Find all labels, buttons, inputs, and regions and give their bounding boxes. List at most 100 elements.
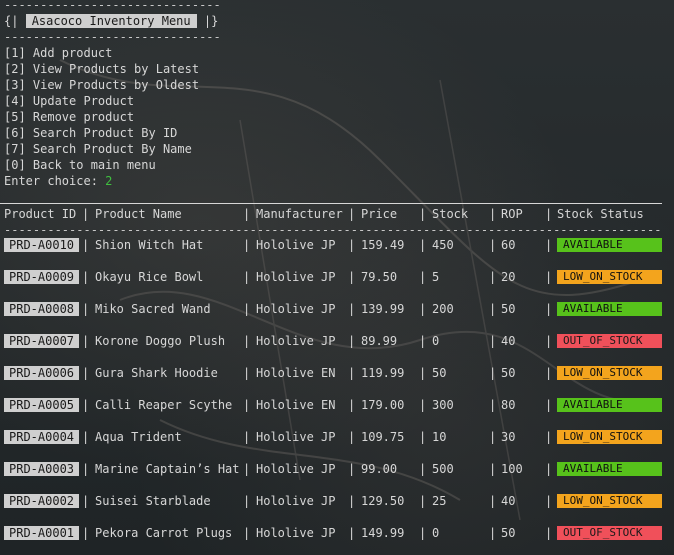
product-id-badge: PRD-A0006 bbox=[4, 366, 80, 380]
choice-prompt-line[interactable]: Enter choice: 2 bbox=[4, 173, 112, 189]
product-id-badge: PRD-A0002 bbox=[4, 494, 80, 508]
column-separator: | bbox=[419, 366, 427, 380]
product-manufacturer: Hololive JP bbox=[256, 430, 336, 444]
column-separator: | bbox=[545, 462, 553, 476]
column-separator: | bbox=[545, 270, 553, 284]
stock-status-badge: AVAILABLE bbox=[557, 238, 662, 252]
table-row: PRD-A0008 Miko Sacred Wand Hololive JP 139.… bbox=[0, 301, 674, 317]
column-separator: | bbox=[545, 334, 553, 348]
product-rop: 50 bbox=[501, 526, 516, 540]
menu-option-update-product: [4] Update Product bbox=[4, 94, 135, 108]
product-id-badge: PRD-A0007 bbox=[4, 334, 80, 348]
column-separator: | bbox=[489, 270, 497, 284]
product-rop: 40 bbox=[501, 334, 516, 348]
choice-prompt: Enter choice: bbox=[4, 174, 98, 188]
product-rop: 20 bbox=[501, 270, 516, 284]
column-separator: | bbox=[243, 366, 251, 380]
table-row: PRD-A0007 Korone Doggo Plush Hololive JP 89… bbox=[0, 333, 674, 349]
column-separator: | bbox=[419, 526, 427, 540]
header-stock-status: Stock Status bbox=[557, 207, 644, 221]
product-stock: 10 bbox=[432, 430, 447, 444]
header-product-name: Product Name bbox=[95, 207, 182, 221]
header-sep: | bbox=[82, 207, 90, 221]
column-separator: | bbox=[489, 526, 497, 540]
product-stock: 500 bbox=[432, 462, 454, 476]
column-separator: | bbox=[82, 462, 90, 476]
column-separator: | bbox=[489, 238, 497, 252]
column-separator: | bbox=[419, 462, 427, 476]
column-separator: | bbox=[243, 526, 251, 540]
header-product-id: Product ID bbox=[4, 207, 77, 221]
product-name: Pekora Carrot Plugs bbox=[95, 526, 233, 540]
column-separator: | bbox=[348, 462, 356, 476]
table-row: PRD-A0004 Aqua Trident Hololive JP 109.75 10… bbox=[0, 429, 674, 445]
column-separator: | bbox=[489, 494, 497, 508]
header-manufacturer: Manufacturer bbox=[256, 207, 343, 221]
menu-option-add-product: [1] Add product bbox=[4, 46, 113, 60]
product-stock: 450 bbox=[432, 238, 454, 252]
product-name: Gura Shark Hoodie bbox=[95, 366, 218, 380]
stock-status-badge: AVAILABLE bbox=[557, 302, 662, 316]
product-price: 129.50 bbox=[361, 494, 405, 508]
column-separator: | bbox=[82, 526, 90, 540]
column-separator: | bbox=[419, 238, 427, 252]
product-price: 179.00 bbox=[361, 398, 405, 412]
product-id-badge: PRD-A0010 bbox=[4, 238, 80, 252]
menu-top-rule: ------------------------------ bbox=[4, 0, 221, 12]
column-separator: | bbox=[243, 494, 251, 508]
table-row: PRD-A0002 Suisei Starblade Hololive JP 129.… bbox=[0, 493, 674, 509]
column-separator: | bbox=[489, 398, 497, 412]
column-separator: | bbox=[243, 302, 251, 316]
product-manufacturer: Hololive EN bbox=[256, 398, 336, 412]
column-separator: | bbox=[419, 430, 427, 444]
product-name: Okayu Rice Bowl bbox=[95, 270, 204, 284]
table-row: PRD-A0005 Calli Reaper Scythe Hololive EN 1… bbox=[0, 397, 674, 413]
column-separator: | bbox=[82, 270, 90, 284]
product-price: 149.99 bbox=[361, 526, 405, 540]
column-separator: | bbox=[489, 366, 497, 380]
menu-title: Asacoco Inventory Menu bbox=[25, 14, 197, 28]
column-separator: | bbox=[243, 430, 251, 444]
product-price: 89.99 bbox=[361, 334, 398, 348]
stock-status-badge: LOW_ON_STOCK bbox=[557, 366, 662, 380]
header-sep: | bbox=[489, 207, 497, 221]
stock-status-badge: LOW_ON_STOCK bbox=[557, 270, 662, 284]
product-name: Calli Reaper Scythe bbox=[95, 398, 233, 412]
table-row: PRD-A0001 Pekora Carrot Plugs Hololive JP 1… bbox=[0, 525, 674, 541]
column-separator: | bbox=[545, 398, 553, 412]
column-separator: | bbox=[348, 398, 356, 412]
header-sep: | bbox=[243, 207, 251, 221]
table-row: PRD-A0003 Marine Captain’s Hat Hololive JP… bbox=[0, 461, 674, 477]
column-separator: | bbox=[489, 302, 497, 316]
product-rop: 40 bbox=[501, 494, 516, 508]
column-separator: | bbox=[489, 334, 497, 348]
column-separator: | bbox=[419, 302, 427, 316]
column-separator: | bbox=[419, 494, 427, 508]
menu-option-search-id: [6] Search Product By ID bbox=[4, 126, 178, 140]
column-separator: | bbox=[243, 398, 251, 412]
product-stock: 50 bbox=[432, 366, 447, 380]
header-sep: | bbox=[545, 207, 553, 221]
column-separator: | bbox=[348, 302, 356, 316]
menu-option-remove-product: [5] Remove product bbox=[4, 110, 135, 124]
stock-status-badge: AVAILABLE bbox=[557, 462, 662, 476]
product-id-badge: PRD-A0004 bbox=[4, 430, 80, 444]
table-row: PRD-A0010 Shion Witch Hat Hololive JP 159.4… bbox=[0, 237, 674, 253]
product-manufacturer: Hololive EN bbox=[256, 366, 336, 380]
column-separator: | bbox=[82, 366, 90, 380]
table-top-border bbox=[0, 203, 662, 204]
choice-input[interactable]: 2 bbox=[105, 174, 112, 188]
product-id-badge: PRD-A0003 bbox=[4, 462, 80, 476]
header-price: Price bbox=[361, 207, 398, 221]
column-separator: | bbox=[348, 494, 356, 508]
table-row: PRD-A0006 Gura Shark Hoodie Hololive EN 119… bbox=[0, 365, 674, 381]
product-price: 139.99 bbox=[361, 302, 405, 316]
column-separator: | bbox=[545, 430, 553, 444]
column-separator: | bbox=[489, 462, 497, 476]
stock-status-badge: OUT_OF_STOCK bbox=[557, 334, 662, 348]
product-price: 159.49 bbox=[361, 238, 405, 252]
product-manufacturer: Hololive JP bbox=[256, 270, 336, 284]
product-manufacturer: Hololive JP bbox=[256, 494, 336, 508]
header-rule: ----------------------------------------… bbox=[4, 224, 662, 236]
product-stock: 25 bbox=[432, 494, 447, 508]
